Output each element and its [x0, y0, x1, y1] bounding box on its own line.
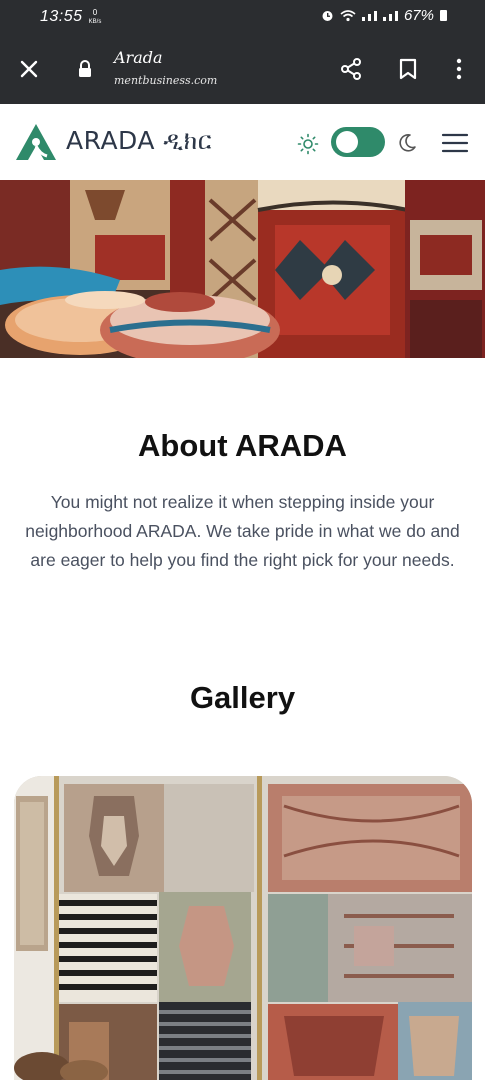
- gallery-heading: Gallery: [189, 680, 296, 715]
- status-time: 13:55: [40, 8, 83, 25]
- battery-percent: 67%: [403, 7, 434, 24]
- hero-image: [0, 180, 485, 358]
- signal-icon: [361, 10, 377, 21]
- lock-icon: [76, 59, 94, 79]
- status-bar: 13:55 0 KB/s 67%: [0, 0, 485, 34]
- sun-icon: [297, 133, 319, 155]
- browser-toolbar: Arada mentbusiness.com: [0, 34, 485, 104]
- close-icon[interactable]: [16, 56, 42, 82]
- about-heading: About ARADA: [138, 428, 347, 463]
- more-vert-icon[interactable]: [446, 56, 472, 82]
- signal-icon-2: [382, 10, 398, 21]
- theme-toggle[interactable]: [331, 127, 385, 157]
- hamburger-icon[interactable]: [441, 132, 469, 154]
- arada-logo-icon[interactable]: [14, 122, 58, 162]
- wifi-icon: [340, 9, 356, 22]
- battery-icon: [440, 10, 447, 21]
- url-domain[interactable]: mentbusiness.com: [114, 74, 217, 87]
- moon-icon: [396, 132, 418, 154]
- gallery-image[interactable]: [14, 776, 472, 1080]
- status-right: 67%: [321, 7, 447, 24]
- page-title[interactable]: Arada: [114, 48, 163, 67]
- site-header: ARADA ዲክር: [0, 104, 485, 180]
- network-speed: 0 KB/s: [88, 9, 102, 26]
- network-speed-value: 0: [92, 8, 98, 17]
- toggle-knob: [336, 131, 358, 153]
- share-icon[interactable]: [338, 56, 364, 82]
- alarm-icon: [321, 9, 334, 22]
- about-description: You might not realize it when stepping i…: [25, 492, 460, 570]
- brand-name[interactable]: ARADA ዲክር: [66, 126, 212, 156]
- network-speed-unit: KB/s: [88, 19, 102, 25]
- bookmark-icon[interactable]: [395, 56, 421, 82]
